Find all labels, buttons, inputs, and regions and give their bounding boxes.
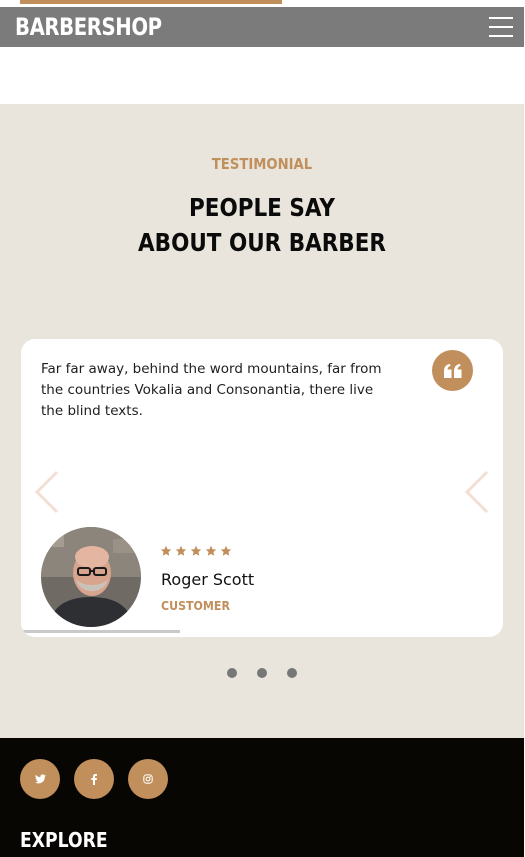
heading-line-1: PEOPLE SAY: [188, 193, 335, 222]
carousel-dots: [0, 668, 524, 678]
menu-bar: [489, 35, 513, 37]
star-icon: [190, 545, 202, 556]
footer-explore-heading: EXPLORE: [20, 828, 108, 852]
star-icon: [160, 545, 172, 556]
navbar: BARBERSHOP: [0, 7, 524, 47]
twitter-icon[interactable]: [20, 759, 60, 799]
rating-stars: [160, 545, 232, 557]
testimonial-text: Far far away, behind the word mountains,…: [41, 361, 382, 419]
chevron-left-icon[interactable]: [33, 468, 63, 516]
heading-line-2: ABOUT OUR BARBER: [138, 228, 386, 257]
footer: EXPLORE: [0, 738, 524, 857]
section-heading: PEOPLE SAY ABOUT OUR BARBER: [37, 190, 488, 260]
testimonial-section: TESTIMONIAL PEOPLE SAY ABOUT OUR BARBER …: [0, 104, 524, 738]
menu-bar: [489, 17, 513, 19]
reviewer-name: Roger Scott: [161, 570, 255, 589]
section-subheading: TESTIMONIAL: [211, 155, 313, 173]
quote-icon: [432, 350, 473, 391]
top-accent-strip: [20, 0, 282, 4]
chevron-right-icon[interactable]: [463, 468, 493, 516]
star-icon: [205, 545, 217, 556]
brand-logo[interactable]: BARBERSHOP: [15, 13, 162, 41]
social-links: [20, 759, 168, 799]
facebook-icon[interactable]: [74, 759, 114, 799]
avatar: [41, 527, 141, 627]
carousel-dot[interactable]: [227, 668, 237, 678]
slide-progress-bar: [21, 630, 180, 633]
carousel-dot[interactable]: [257, 668, 267, 678]
carousel-dot[interactable]: [287, 668, 297, 678]
menu-bar: [489, 26, 513, 28]
testimonial-card: Far far away, behind the word mountains,…: [21, 339, 503, 637]
reviewer-role: CUSTOMER: [161, 599, 230, 613]
star-icon: [175, 545, 187, 556]
instagram-icon[interactable]: [128, 759, 168, 799]
star-icon: [220, 545, 232, 556]
hamburger-icon[interactable]: [489, 17, 513, 37]
